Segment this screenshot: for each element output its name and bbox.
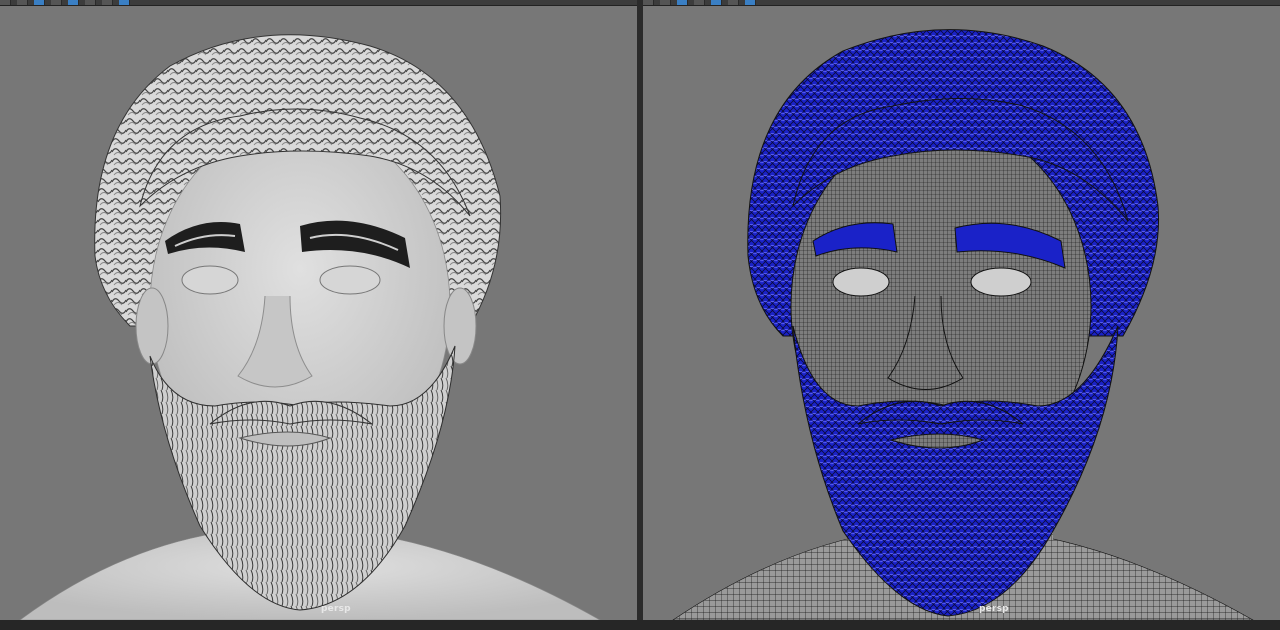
toolbar-icon[interactable] bbox=[34, 0, 45, 5]
toolbar-icon[interactable] bbox=[119, 0, 130, 5]
toolbar-icon[interactable] bbox=[643, 0, 654, 5]
camera-label: persp bbox=[321, 604, 351, 614]
toolbar-icon[interactable] bbox=[17, 0, 28, 5]
viewport-shaded[interactable]: persp bbox=[0, 6, 637, 620]
shaded-head-model[interactable] bbox=[0, 6, 637, 620]
viewport-wireframe[interactable]: persp bbox=[643, 6, 1280, 620]
toolbar-icon[interactable] bbox=[660, 0, 671, 5]
toolbar-icon[interactable] bbox=[728, 0, 739, 5]
toolbar-icon[interactable] bbox=[68, 0, 79, 5]
toolbar-icon[interactable] bbox=[711, 0, 722, 5]
wireframe-head-model[interactable] bbox=[643, 6, 1280, 620]
toolbar-icon[interactable] bbox=[51, 0, 62, 5]
status-bar bbox=[0, 620, 1280, 630]
toolbar-icon[interactable] bbox=[0, 0, 11, 5]
toolbar-icon[interactable] bbox=[745, 0, 756, 5]
toolbar-icon[interactable] bbox=[694, 0, 705, 5]
camera-label: persp bbox=[979, 604, 1009, 614]
toolbar-icon[interactable] bbox=[85, 0, 96, 5]
toolbar-icon[interactable] bbox=[102, 0, 113, 5]
toolbar-icon[interactable] bbox=[677, 0, 688, 5]
